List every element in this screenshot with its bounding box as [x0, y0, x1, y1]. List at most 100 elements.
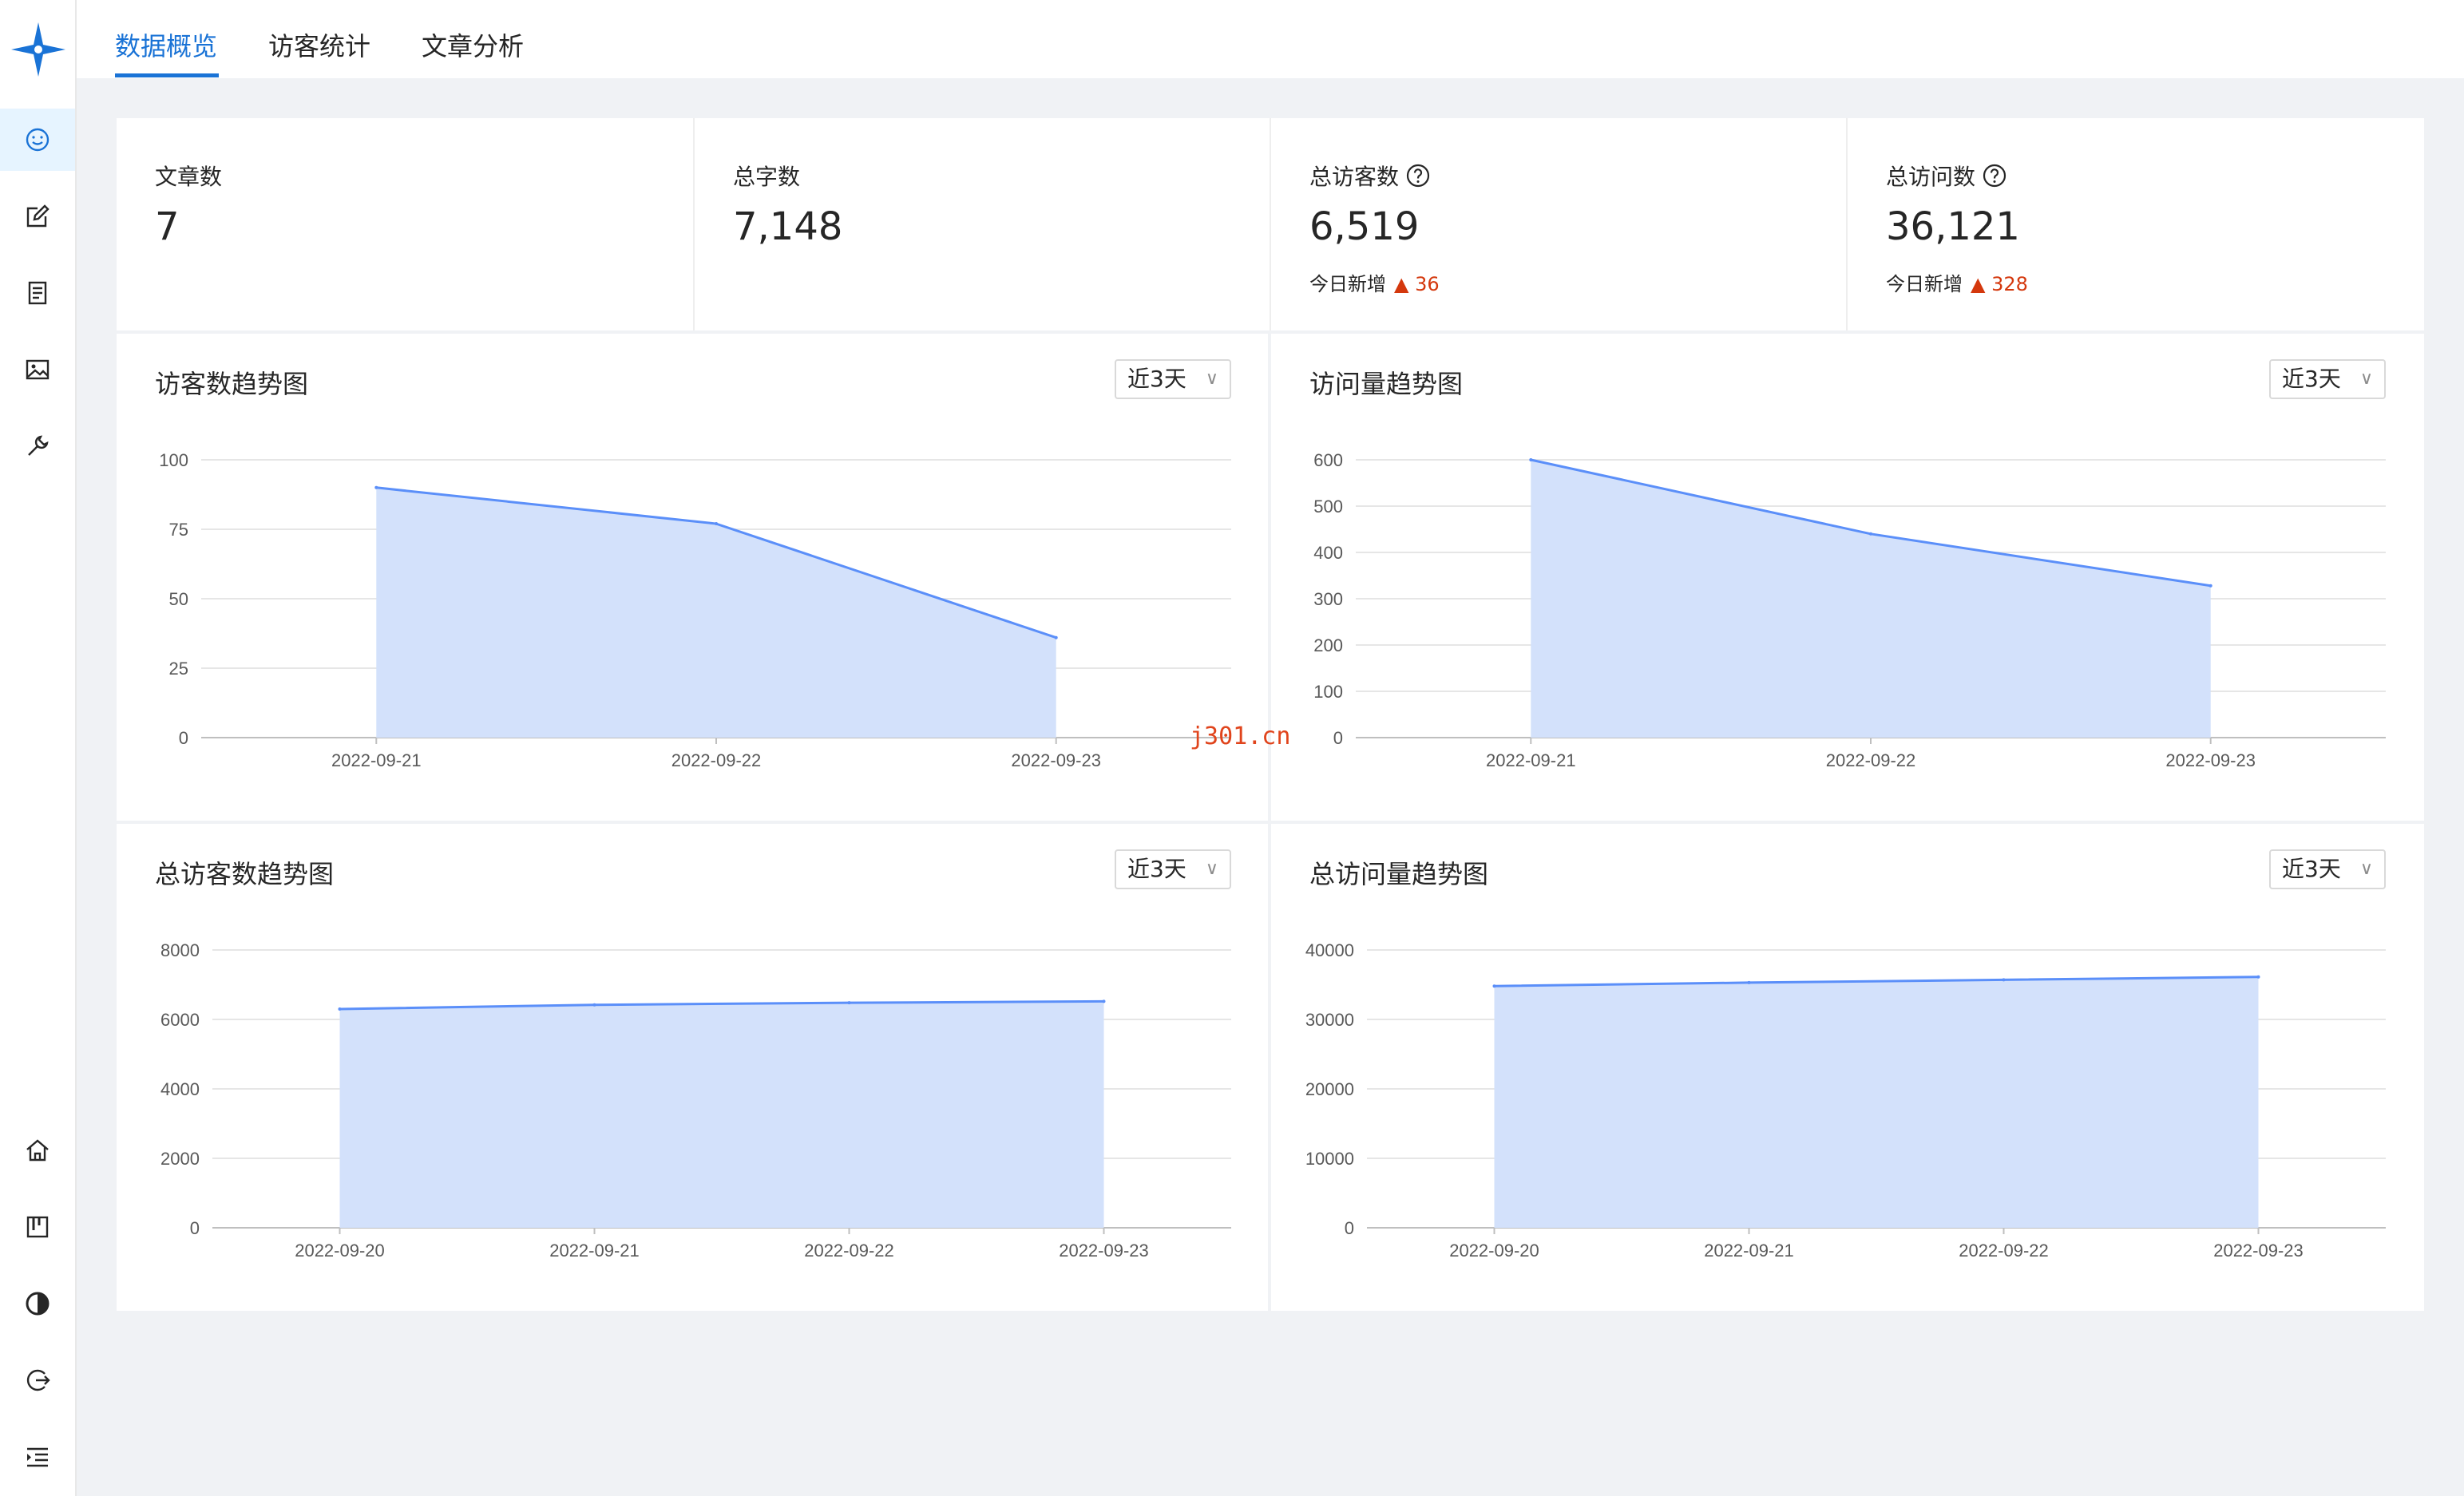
- chart-svg: 0 10000 20000 30000 40000 2022-09-20 2022-09-2…: [1305, 940, 2386, 1261]
- tab-overview[interactable]: 数据概览: [115, 0, 217, 78]
- tab-visitors[interactable]: 访客统计: [268, 0, 370, 78]
- sidebar-item-write[interactable]: [0, 185, 75, 247]
- delta-label: 今日新增: [1309, 273, 1386, 295]
- chart-svg: 0 100 200 300 400 500 600 2022-09-21 2022-09-22 2…: [1313, 450, 2386, 770]
- y-tick-label: 20000: [1305, 1079, 1354, 1099]
- x-tick-label: 2022-09-21: [1486, 750, 1576, 770]
- chart-card-total-visits-trend: 总访问量趋势图 近3天 ∨ 0 10000 20000 30000 40000 2022-0…: [1271, 824, 2424, 1311]
- y-tick-label: 100: [159, 450, 188, 470]
- sidebar-item-home[interactable]: [0, 1119, 75, 1181]
- y-tick-label: 100: [1313, 682, 1343, 702]
- sidebar-item-logout[interactable]: [0, 1349, 75, 1411]
- stat-delta: 今日新增 ▲ 36: [1309, 268, 1440, 296]
- y-tick-label: 8000: [160, 940, 200, 960]
- sidebar-item-board[interactable]: [0, 1196, 75, 1258]
- chart-svg: 0 25 50 75 100 2022-09-21 2022-09-22 2022-09-23: [159, 450, 1231, 770]
- sidebar: [0, 0, 77, 1496]
- data-point: [1102, 999, 1106, 1003]
- stat-label: 总字数: [733, 164, 801, 190]
- x-tick-label: 2022-09-23: [1011, 750, 1101, 770]
- sidebar-item-articles[interactable]: [0, 262, 75, 324]
- stat-value: 36,121: [1886, 204, 2020, 249]
- sidebar-toggle[interactable]: [0, 1426, 75, 1488]
- menu-toggle-icon: [27, 1447, 48, 1467]
- top-tab-bar: 数据概览 访客统计 文章分析: [77, 0, 2464, 78]
- series-area: [339, 1001, 1104, 1228]
- series-area: [1494, 976, 2259, 1228]
- data-point: [592, 1003, 596, 1007]
- stat-card-words: 总字数 7,148: [695, 118, 1270, 330]
- data-point: [847, 1001, 851, 1005]
- data-point: [2208, 584, 2212, 588]
- data-point: [1054, 635, 1058, 639]
- contrast-icon: [26, 1292, 50, 1316]
- home-icon: [26, 1139, 49, 1162]
- stat-card-visits: 总访问数 36,121 今日新增 ▲ 328: [1848, 118, 2424, 330]
- y-tick-label: 10000: [1305, 1149, 1354, 1169]
- chart-card-visits-trend: 访问量趋势图 近3天 ∨ 0 100 200 300 400 500 600 2022-09-2…: [1271, 334, 2424, 821]
- x-tick-label: 2022-09-21: [331, 750, 422, 770]
- stat-label-row: 总访问数: [1886, 160, 2007, 192]
- stat-label: 总访问数: [1886, 164, 1976, 190]
- logout-icon: [26, 1369, 50, 1391]
- y-tick-label: 0: [179, 728, 188, 748]
- logo-icon[interactable]: [6, 18, 70, 81]
- help-icon[interactable]: [1405, 163, 1431, 188]
- stat-label-row: 总访客数: [1309, 160, 1431, 192]
- x-tick-label: 2022-09-21: [549, 1241, 640, 1261]
- delta-label: 今日新增: [1886, 273, 1963, 295]
- y-tick-label: 0: [1345, 1218, 1354, 1238]
- data-point: [2002, 978, 2006, 982]
- sidebar-item-tools[interactable]: [0, 415, 75, 477]
- y-tick-label: 0: [1333, 728, 1343, 748]
- stat-label: 总访客数: [1309, 164, 1400, 190]
- x-tick-label: 2022-09-20: [295, 1241, 385, 1261]
- data-point: [1869, 532, 1872, 536]
- y-tick-label: 400: [1313, 543, 1343, 563]
- series-area: [1531, 460, 2211, 738]
- stat-value: 7: [155, 204, 180, 249]
- data-point: [338, 1007, 342, 1011]
- x-tick-label: 2022-09-21: [1704, 1241, 1794, 1261]
- x-tick-label: 2022-09-22: [1826, 750, 1916, 770]
- kanban-icon: [26, 1216, 49, 1238]
- x-tick-label: 2022-09-22: [804, 1241, 894, 1261]
- sidebar-item-theme[interactable]: [0, 1272, 75, 1335]
- y-tick-label: 6000: [160, 1010, 200, 1030]
- y-tick-label: 30000: [1305, 1010, 1354, 1030]
- x-tick-label: 2022-09-22: [671, 750, 762, 770]
- x-tick-label: 2022-09-23: [2165, 750, 2256, 770]
- data-point: [374, 485, 378, 489]
- x-tick-label: 2022-09-22: [1959, 1241, 2049, 1261]
- y-tick-label: 75: [169, 520, 188, 540]
- y-tick-label: 2000: [160, 1149, 200, 1169]
- y-tick-label: 200: [1313, 635, 1343, 655]
- stat-value: 7,148: [733, 204, 843, 249]
- chart-svg: 0 2000 4000 6000 8000 2022-09-20 2022-09-21 202…: [160, 940, 1231, 1261]
- chart-card-visitors-trend: 访客数趋势图 近3天 ∨ 0 25 50 75 100 2022-09-21 2022-09-…: [117, 334, 1268, 821]
- data-point: [1747, 980, 1751, 984]
- tab-articles[interactable]: 文章分析: [422, 0, 524, 78]
- x-tick-label: 2022-09-23: [2213, 1241, 2304, 1261]
- sidebar-item-images[interactable]: [0, 338, 75, 401]
- stat-value: 6,519: [1309, 204, 1420, 249]
- smiley-icon: [26, 128, 50, 152]
- wrench-icon: [28, 435, 49, 456]
- x-tick-label: 2022-09-23: [1059, 1241, 1149, 1261]
- data-point: [1529, 458, 1533, 461]
- delta-value: ▲ 328: [1971, 273, 2028, 295]
- stat-label: 文章数: [155, 164, 223, 190]
- y-tick-label: 50: [169, 589, 188, 609]
- y-tick-label: 600: [1313, 450, 1343, 470]
- help-icon[interactable]: [1982, 163, 2007, 188]
- x-tick-label: 2022-09-20: [1449, 1241, 1539, 1261]
- sidebar-item-dashboard[interactable]: [0, 109, 75, 171]
- data-point: [2256, 975, 2260, 979]
- y-tick-label: 25: [169, 659, 188, 679]
- y-tick-label: 4000: [160, 1079, 200, 1099]
- document-icon: [28, 281, 47, 305]
- edit-icon: [26, 204, 50, 228]
- data-point: [1492, 984, 1496, 988]
- stat-delta: 今日新增 ▲ 328: [1886, 268, 2028, 296]
- y-tick-label: 0: [190, 1218, 200, 1238]
